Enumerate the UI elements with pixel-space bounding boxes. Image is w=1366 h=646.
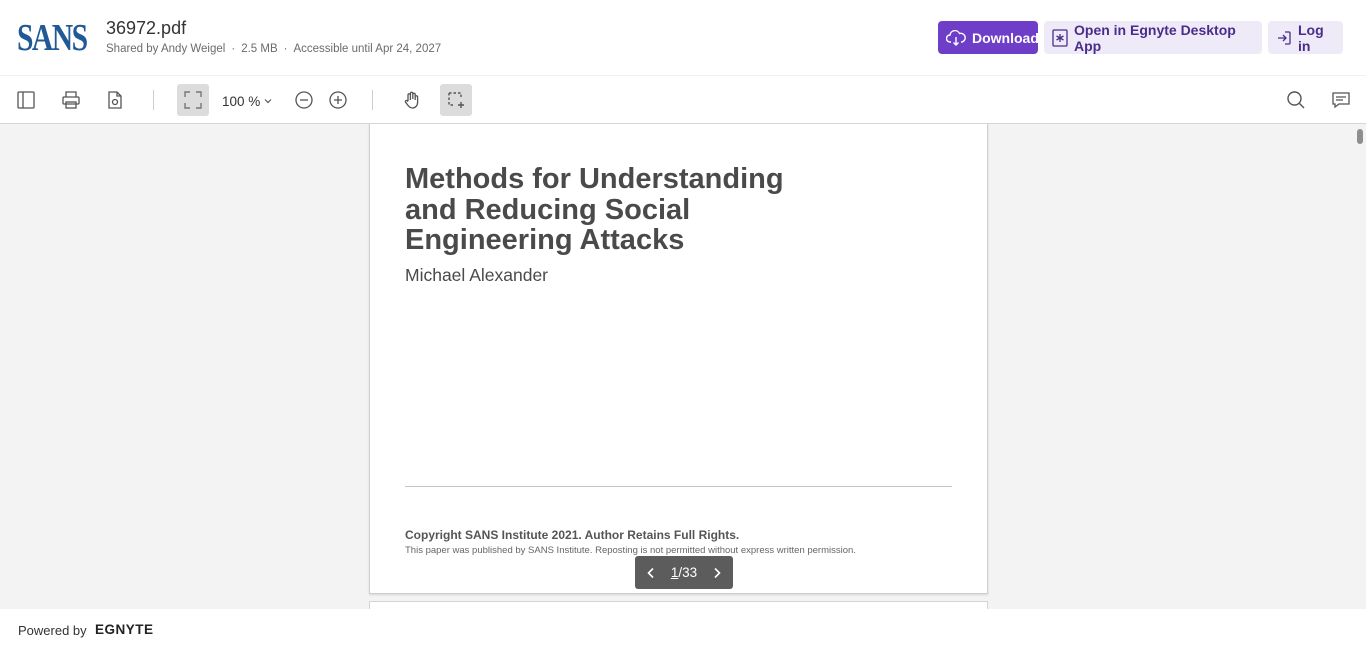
document-title: Methods for Understanding and Reducing S…	[405, 163, 784, 256]
file-meta: Shared by Andy Weigel · 2.5 MB · Accessible …	[106, 43, 441, 55]
egnyte-app-icon	[1052, 28, 1068, 47]
print-icon	[62, 91, 80, 109]
vertical-scrollbar[interactable]	[1357, 129, 1363, 144]
pdf-page-1: Methods for Understanding and Reducing S…	[369, 124, 988, 594]
open-desktop-app-button[interactable]: Open in Egnyte Desktop App	[1044, 21, 1262, 54]
area-select-button[interactable]	[440, 84, 472, 116]
search-icon	[1287, 91, 1305, 109]
sans-logo[interactable]: SANS	[17, 18, 88, 58]
sidebar-toggle-icon	[17, 91, 35, 109]
chevron-left-icon	[647, 567, 654, 578]
viewer-toolbar: 100 %	[0, 75, 1366, 124]
download-label: Download	[972, 29, 1039, 46]
toolbar-divider	[153, 90, 154, 110]
next-page-button[interactable]	[710, 566, 724, 580]
open-desktop-label: Open in Egnyte Desktop App	[1074, 21, 1236, 54]
pan-hand-icon	[404, 91, 419, 109]
egnyte-logo[interactable]: EGNYTE	[95, 622, 154, 637]
document-viewer[interactable]: Methods for Understanding and Reducing S…	[0, 124, 1366, 609]
publication-notice: This paper was published by SANS Institu…	[405, 545, 856, 556]
meta-separator: ·	[283, 43, 288, 55]
document-settings-icon	[108, 91, 122, 109]
login-label: Log in	[1298, 21, 1324, 54]
cloud-download-icon	[946, 29, 966, 46]
chevron-right-icon	[714, 567, 721, 578]
pan-tool-button[interactable]	[396, 84, 428, 116]
app-header: SANS 36972.pdf Shared by Andy Weigel · 2.5…	[0, 0, 1366, 75]
download-button[interactable]: Download	[938, 21, 1039, 54]
shared-by: Shared by Andy Weigel	[106, 43, 226, 55]
zoom-value: 100 %	[222, 93, 261, 109]
copyright-text: Copyright SANS Institute 2021. Author Re…	[405, 528, 740, 542]
current-page[interactable]: 1	[671, 565, 679, 580]
area-select-icon	[448, 92, 464, 108]
chevron-down-icon	[264, 99, 272, 104]
print-button[interactable]	[55, 84, 87, 116]
fit-page-button[interactable]	[177, 84, 209, 116]
meta-separator: ·	[231, 43, 236, 55]
file-name: 36972.pdf	[106, 18, 187, 38]
zoom-select[interactable]: 100 %	[222, 91, 273, 111]
page-indicator: 1/33	[671, 565, 697, 580]
document-author: Michael Alexander	[405, 265, 548, 285]
fit-page-icon	[184, 91, 202, 109]
previous-page-button[interactable]	[644, 566, 658, 580]
pdf-page-2	[369, 601, 988, 609]
comments-button[interactable]	[1325, 84, 1357, 116]
comments-icon	[1332, 92, 1350, 109]
zoom-in-icon	[329, 91, 347, 109]
access-until: Accessible until Apr 24, 2027	[293, 43, 442, 55]
sidebar-toggle-button[interactable]	[10, 84, 42, 116]
search-button[interactable]	[1280, 84, 1312, 116]
powered-by-text: Powered by	[18, 623, 87, 638]
page-navigator: 1/33	[635, 556, 733, 589]
file-size: 2.5 MB	[241, 43, 278, 55]
zoom-out-icon	[295, 91, 313, 109]
total-pages: 33	[682, 565, 698, 580]
document-settings-button[interactable]	[99, 84, 131, 116]
page-divider	[405, 486, 952, 487]
toolbar-divider	[372, 90, 373, 110]
login-icon	[1278, 30, 1291, 45]
login-button[interactable]: Log in	[1268, 21, 1343, 54]
zoom-in-button[interactable]	[322, 84, 354, 116]
app-footer: Powered by EGNYTE	[0, 609, 1366, 646]
zoom-out-button[interactable]	[288, 84, 320, 116]
